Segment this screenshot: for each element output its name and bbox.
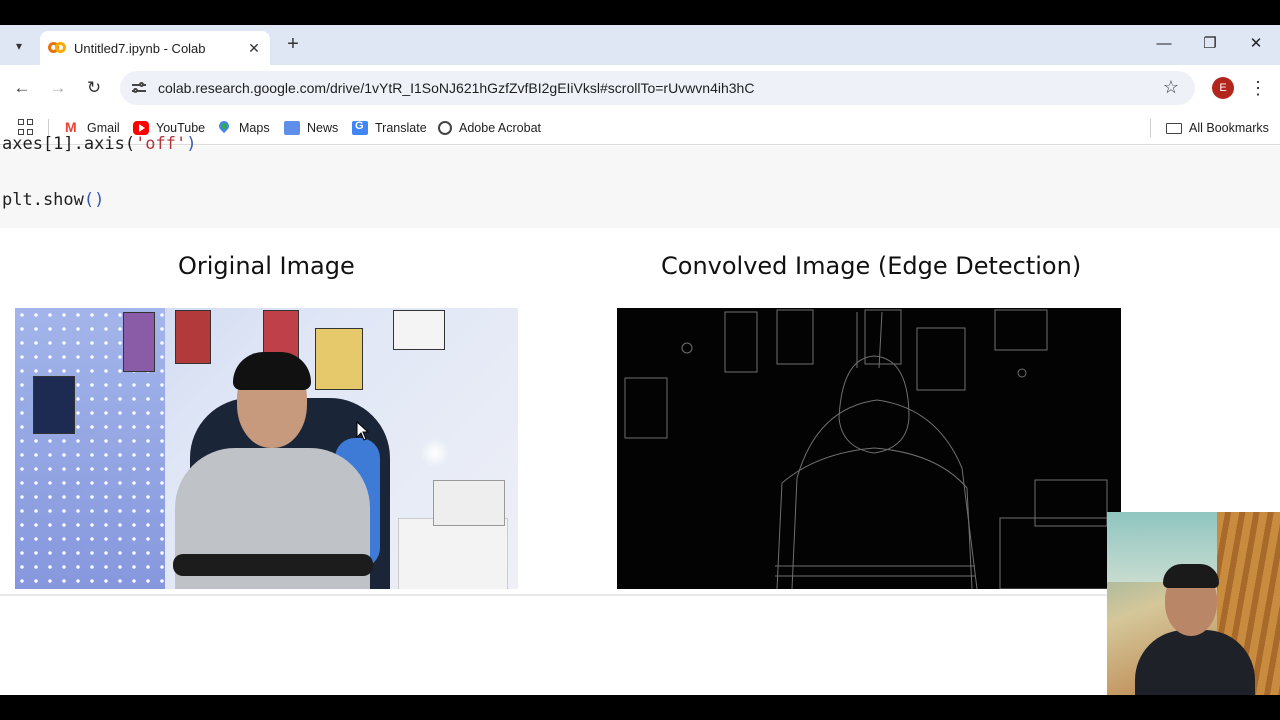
youtube-icon bbox=[133, 121, 149, 135]
original-image bbox=[15, 308, 518, 589]
bookmark-news[interactable]: News bbox=[284, 117, 338, 139]
bookmark-label: News bbox=[307, 121, 339, 135]
translate-icon bbox=[352, 120, 368, 135]
close-window-icon[interactable]: ✕ bbox=[1242, 33, 1270, 55]
mouse-cursor-icon bbox=[356, 421, 370, 441]
reload-icon[interactable]: ↻ bbox=[82, 76, 106, 100]
webcam-overlay bbox=[1107, 512, 1280, 695]
tab-colab[interactable]: Untitled7.ipynb - Colab ✕ bbox=[40, 31, 270, 65]
tab-title: Untitled7.ipynb - Colab bbox=[74, 40, 206, 56]
bookmark-adobe-acrobat[interactable]: Adobe Acrobat bbox=[438, 117, 541, 139]
bookmark-label: Adobe Acrobat bbox=[459, 121, 542, 135]
bookmark-label: Gmail bbox=[87, 121, 120, 135]
apps-grid-icon[interactable] bbox=[18, 119, 34, 135]
bookmark-label: Translate bbox=[375, 121, 427, 135]
screen-frame: ▾ Untitled7.ipynb - Colab ✕ + — ❐ ✕ ← → … bbox=[0, 0, 1280, 720]
bookmarks-divider bbox=[1150, 119, 1151, 137]
globe-icon bbox=[438, 121, 452, 135]
tab-close-icon[interactable]: ✕ bbox=[246, 40, 262, 57]
gmail-icon bbox=[64, 119, 80, 135]
tab-search-chevron-icon[interactable]: ▾ bbox=[6, 33, 32, 59]
browser-window: ▾ Untitled7.ipynb - Colab ✕ + — ❐ ✕ ← → … bbox=[0, 25, 1280, 695]
all-bookmarks-button[interactable]: All Bookmarks bbox=[1166, 117, 1269, 139]
menu-kebab-icon[interactable]: ⋮ bbox=[1248, 76, 1268, 100]
bookmark-label: YouTube bbox=[156, 121, 206, 135]
bookmark-star-icon[interactable]: ☆ bbox=[1163, 77, 1179, 98]
minimize-icon[interactable]: — bbox=[1150, 33, 1178, 55]
new-tab-plus-icon[interactable]: + bbox=[282, 33, 304, 55]
forward-arrow-icon[interactable]: → bbox=[46, 76, 70, 100]
profile-avatar[interactable]: E bbox=[1212, 77, 1234, 99]
bookmark-translate[interactable]: Translate bbox=[352, 117, 427, 139]
news-icon bbox=[284, 121, 300, 135]
code-line: axes[1].axis('off') bbox=[2, 134, 197, 154]
notebook-content: axes[1].axis('off') plt.show() Original … bbox=[0, 134, 1280, 695]
edge-detection-image bbox=[624, 309, 1111, 589]
bookmark-maps[interactable]: Maps bbox=[216, 117, 270, 139]
code-cell[interactable]: axes[1].axis('off') plt.show() bbox=[0, 134, 1280, 228]
site-settings-icon[interactable] bbox=[130, 78, 150, 98]
bookmark-label: Maps bbox=[239, 121, 270, 135]
all-bookmarks-label: All Bookmarks bbox=[1189, 121, 1269, 135]
address-bar[interactable]: colab.research.google.com/drive/1vYtR_I1… bbox=[120, 71, 1195, 105]
tab-strip: ▾ Untitled7.ipynb - Colab ✕ + — ❐ ✕ bbox=[0, 25, 1280, 65]
convolved-image-title: Convolved Image (Edge Detection) bbox=[661, 252, 1082, 280]
convolved-image bbox=[617, 308, 1121, 589]
colab-favicon-icon bbox=[48, 42, 66, 54]
url-text[interactable]: colab.research.google.com/drive/1vYtR_I1… bbox=[158, 80, 754, 96]
folder-icon bbox=[1166, 122, 1182, 134]
restore-icon[interactable]: ❐ bbox=[1196, 33, 1224, 55]
browser-toolbar: ← → ↻ colab.research.google.com/drive/1v… bbox=[0, 65, 1280, 111]
original-image-title: Original Image bbox=[178, 252, 355, 280]
code-line: plt.show() bbox=[2, 190, 105, 210]
back-arrow-icon[interactable]: ← bbox=[10, 76, 34, 100]
maps-icon bbox=[216, 121, 232, 135]
